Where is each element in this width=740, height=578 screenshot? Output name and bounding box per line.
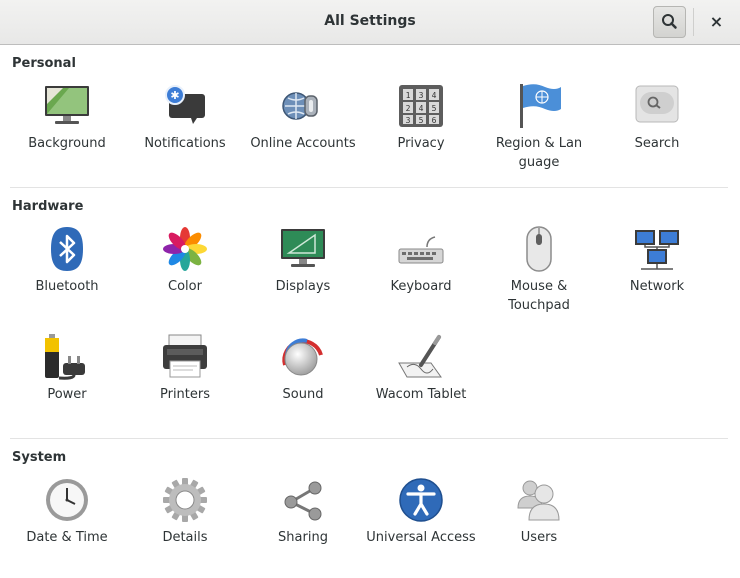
section-title-system: System bbox=[12, 450, 67, 465]
settings-item-label: Online Accounts bbox=[250, 136, 356, 151]
section-divider bbox=[10, 438, 728, 439]
users-icon bbox=[515, 476, 563, 524]
header-bar: All Settings × bbox=[0, 0, 740, 45]
svg-text:4: 4 bbox=[432, 91, 437, 100]
svg-text:5: 5 bbox=[432, 104, 437, 113]
sound-icon bbox=[279, 333, 327, 381]
keyboard-icon bbox=[397, 225, 445, 273]
settings-item-background[interactable]: Background bbox=[8, 82, 126, 178]
svg-text:2: 2 bbox=[406, 104, 411, 113]
search-settings-icon bbox=[633, 82, 681, 130]
search-button[interactable] bbox=[653, 6, 686, 38]
settings-item-displays[interactable]: Displays bbox=[244, 225, 362, 321]
settings-item-label: Users bbox=[520, 530, 558, 545]
settings-item-printers[interactable]: Printers bbox=[126, 333, 244, 429]
bluetooth-icon bbox=[43, 225, 91, 273]
printer-icon bbox=[161, 333, 209, 381]
search-icon bbox=[662, 14, 677, 29]
mouse-icon bbox=[515, 225, 563, 273]
settings-item-label: Sharing bbox=[278, 530, 328, 545]
settings-item-date-time[interactable]: Date & Time bbox=[8, 476, 126, 572]
settings-item-sound[interactable]: Sound bbox=[244, 333, 362, 429]
close-button[interactable]: × bbox=[700, 6, 733, 38]
section-title-personal: Personal bbox=[12, 56, 76, 71]
settings-item-universal-access[interactable]: Universal Access bbox=[362, 476, 480, 572]
share-icon bbox=[279, 476, 327, 524]
settings-item-color[interactable]: Color bbox=[126, 225, 244, 321]
settings-item-wacom-tablet[interactable]: Wacom Tablet bbox=[362, 333, 480, 429]
svg-text:3: 3 bbox=[406, 116, 411, 125]
settings-item-notifications[interactable]: ✱ Notifications bbox=[126, 82, 244, 178]
window-title: All Settings bbox=[324, 13, 416, 29]
settings-item-label: Universal Access bbox=[366, 530, 476, 545]
settings-item-network[interactable]: Network bbox=[598, 225, 716, 321]
svg-text:✱: ✱ bbox=[170, 89, 179, 102]
settings-item-label: Background bbox=[28, 136, 106, 151]
settings-item-label: Displays bbox=[275, 279, 331, 294]
section-divider bbox=[10, 187, 728, 188]
svg-text:6: 6 bbox=[432, 116, 437, 125]
power-icon bbox=[43, 333, 91, 381]
online-accounts-icon bbox=[279, 82, 327, 130]
settings-item-label: Power bbox=[47, 387, 87, 402]
svg-text:5: 5 bbox=[419, 116, 424, 125]
settings-item-label: Keyboard bbox=[390, 279, 452, 294]
settings-item-sharing[interactable]: Sharing bbox=[244, 476, 362, 572]
notifications-icon: ✱ bbox=[161, 82, 209, 130]
settings-item-label: Notifications bbox=[144, 136, 226, 151]
settings-item-label: Details bbox=[162, 530, 208, 545]
header-separator bbox=[693, 8, 694, 36]
settings-item-label: Privacy bbox=[397, 136, 445, 151]
settings-item-label: Printers bbox=[159, 387, 211, 402]
accessibility-icon bbox=[397, 476, 445, 524]
svg-text:1: 1 bbox=[406, 91, 411, 100]
settings-item-bluetooth[interactable]: Bluetooth bbox=[8, 225, 126, 321]
svg-text:3: 3 bbox=[419, 91, 424, 100]
settings-item-label: Sound bbox=[282, 387, 324, 402]
settings-item-privacy[interactable]: 134 245 356 Privacy bbox=[362, 82, 480, 178]
background-icon bbox=[43, 82, 91, 130]
color-icon bbox=[161, 225, 209, 273]
gear-icon bbox=[161, 476, 209, 524]
settings-item-label: Network bbox=[629, 279, 685, 294]
settings-item-mouse-touchpad[interactable]: Mouse & Touchpad bbox=[480, 225, 598, 321]
settings-item-region-language[interactable]: Region & Lan guage bbox=[480, 82, 598, 178]
settings-item-label: Mouse & Touchpad bbox=[508, 279, 570, 313]
displays-icon bbox=[279, 225, 327, 273]
settings-item-users[interactable]: Users bbox=[480, 476, 598, 572]
close-icon: × bbox=[709, 12, 724, 31]
settings-item-search[interactable]: Search bbox=[598, 82, 716, 178]
wacom-tablet-icon bbox=[397, 333, 445, 381]
privacy-icon: 134 245 356 bbox=[397, 82, 445, 130]
clock-icon bbox=[43, 476, 91, 524]
network-icon bbox=[633, 225, 681, 273]
settings-item-label: Region & Lan guage bbox=[495, 136, 583, 170]
settings-item-label: Color bbox=[168, 279, 202, 294]
region-language-icon bbox=[515, 82, 563, 130]
settings-item-label: Bluetooth bbox=[35, 279, 99, 294]
section-title-hardware: Hardware bbox=[12, 199, 84, 214]
settings-item-online-accounts[interactable]: Online Accounts bbox=[244, 82, 362, 178]
svg-text:4: 4 bbox=[419, 104, 424, 113]
settings-item-keyboard[interactable]: Keyboard bbox=[362, 225, 480, 321]
settings-item-details[interactable]: Details bbox=[126, 476, 244, 572]
settings-window: All Settings × Personal Background ✱ Not… bbox=[0, 0, 740, 578]
settings-item-label: Date & Time bbox=[26, 530, 108, 545]
settings-item-power[interactable]: Power bbox=[8, 333, 126, 429]
settings-item-label: Wacom Tablet bbox=[375, 387, 467, 402]
settings-item-label: Search bbox=[634, 136, 680, 151]
